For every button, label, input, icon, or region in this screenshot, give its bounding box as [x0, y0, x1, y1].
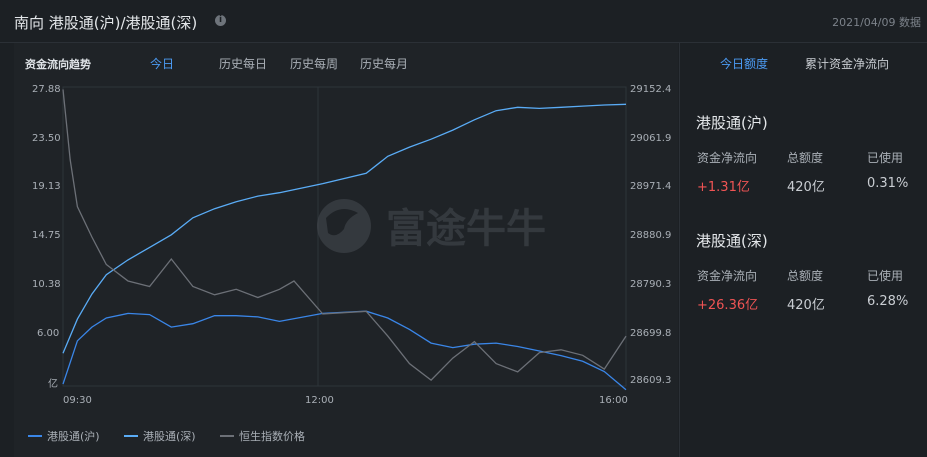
sh-total-quota: 420亿 — [787, 180, 825, 195]
watermark-text: 富途牛牛 — [386, 206, 546, 252]
sz-total-quota: 420亿 — [787, 298, 825, 313]
legend-label: 港股通(深) — [143, 430, 196, 443]
legend-swatch — [124, 435, 138, 437]
legend-item-sh[interactable]: 港股通(沪) — [28, 428, 100, 444]
sz-net-flow: +26.36亿 — [697, 298, 759, 313]
col-header-used: 已使用 — [867, 151, 904, 165]
col-header-total-quota: 总额度 — [787, 151, 824, 165]
series-line-sh — [62, 310, 627, 391]
page-title: 南向 港股通(沪)/港股通(深) — [14, 14, 198, 32]
col-header-net-flow: 资金净流向 — [697, 269, 758, 283]
header: 南向 港股通(沪)/港股通(深) i 2021/04/09 数据 — [0, 0, 927, 43]
tab-today-quota[interactable]: 今日额度 — [720, 55, 768, 72]
x-tick: 16:00 — [599, 395, 628, 406]
col-header-used: 已使用 — [867, 269, 904, 283]
sh-used: 0.31% — [867, 176, 909, 191]
legend-label: 港股通(沪) — [47, 430, 100, 443]
fund-flow-plot[interactable]: 富途牛牛 — [14, 43, 678, 423]
data-date: 2021/04/09 数据 — [832, 16, 921, 29]
section-title-sh: 港股通(沪) — [696, 114, 768, 132]
x-tick: 12:00 — [305, 395, 334, 406]
col-header-net-flow: 资金净流向 — [697, 151, 758, 165]
section-title-sz: 港股通(深) — [696, 232, 768, 250]
legend-swatch — [220, 435, 234, 437]
sz-used: 6.28% — [867, 294, 909, 309]
legend-item-sz[interactable]: 港股通(深) — [124, 428, 196, 444]
legend-swatch — [28, 435, 42, 437]
legend-label: 恒生指数价格 — [239, 430, 305, 443]
fund-flow-chart-panel: 资金流向趋势 今日 历史每日 历史每周 历史每月 27.88 23.50 19.… — [14, 43, 678, 457]
quota-panel: 今日额度 累计资金净流向 港股通(沪) 资金净流向 总额度 已使用 +1.31亿… — [680, 43, 927, 457]
x-tick: 09:30 — [63, 395, 92, 406]
info-icon[interactable]: i — [215, 15, 226, 26]
sh-net-flow: +1.31亿 — [697, 180, 750, 195]
watermark-logo: 富途牛牛 — [317, 199, 546, 253]
col-header-total-quota: 总额度 — [787, 269, 824, 283]
tab-cumulative-net-flow[interactable]: 累计资金净流向 — [805, 55, 889, 72]
legend-item-hsi[interactable]: 恒生指数价格 — [220, 428, 305, 444]
